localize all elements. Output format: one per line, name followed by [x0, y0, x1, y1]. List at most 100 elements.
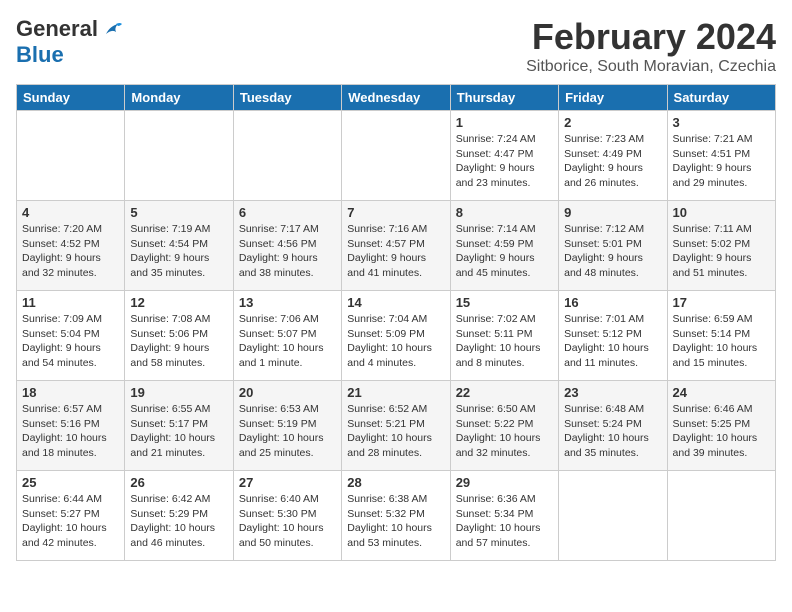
- day-info: Sunrise: 7:08 AM Sunset: 5:06 PM Dayligh…: [130, 312, 227, 371]
- day-number: 12: [130, 295, 227, 310]
- day-number: 29: [456, 475, 553, 490]
- calendar-day-cell: 29 Sunrise: 6:36 AM Sunset: 5:34 PM Dayli…: [450, 471, 558, 561]
- calendar-day-cell: 15 Sunrise: 7:02 AM Sunset: 5:11 PM Dayli…: [450, 291, 558, 381]
- day-number: 27: [239, 475, 336, 490]
- day-number: 1: [456, 115, 553, 130]
- calendar-day-cell: 1 Sunrise: 7:24 AM Sunset: 4:47 PM Daylig…: [450, 111, 558, 201]
- calendar-day-cell: 26Sunrise: 6:42 AM Sunset: 5:29 PM Dayli…: [125, 471, 233, 561]
- day-info: Sunrise: 6:52 AM Sunset: 5:21 PM Dayligh…: [347, 402, 444, 461]
- calendar-day-header: Thursday: [450, 85, 558, 111]
- calendar-table: SundayMondayTuesdayWednesdayThursdayFrid…: [16, 84, 776, 561]
- subtitle: Sitborice, South Moravian, Czechia: [526, 58, 776, 76]
- day-number: 25: [22, 475, 119, 490]
- main-title: February 2024: [526, 16, 776, 58]
- day-number: 21: [347, 385, 444, 400]
- day-number: 6: [239, 205, 336, 220]
- day-number: 8: [456, 205, 553, 220]
- logo-bird-icon: [102, 18, 124, 40]
- day-info: Sunrise: 7:06 AM Sunset: 5:07 PM Dayligh…: [239, 312, 336, 371]
- day-info: Sunrise: 7:23 AM Sunset: 4:49 PM Dayligh…: [564, 132, 661, 191]
- calendar-header-row: SundayMondayTuesdayWednesdayThursdayFrid…: [17, 85, 776, 111]
- calendar-day-cell: 12 Sunrise: 7:08 AM Sunset: 5:06 PM Dayli…: [125, 291, 233, 381]
- day-number: 18: [22, 385, 119, 400]
- calendar-day-cell: [17, 111, 125, 201]
- calendar-day-header: Friday: [559, 85, 667, 111]
- calendar-day-cell: 14 Sunrise: 7:04 AM Sunset: 5:09 PM Dayli…: [342, 291, 450, 381]
- page-header: General Blue February 2024 Sitborice, So…: [16, 16, 776, 76]
- calendar-week-row: 25 Sunrise: 6:44 AM Sunset: 5:27 PM Dayli…: [17, 471, 776, 561]
- day-info: Sunrise: 6:46 AM Sunset: 5:25 PM Dayligh…: [673, 402, 770, 461]
- day-info: Sunrise: 6:59 AM Sunset: 5:14 PM Dayligh…: [673, 312, 770, 371]
- calendar-day-cell: 19Sunrise: 6:55 AM Sunset: 5:17 PM Dayli…: [125, 381, 233, 471]
- calendar-day-header: Monday: [125, 85, 233, 111]
- day-number: 2: [564, 115, 661, 130]
- calendar-day-header: Sunday: [17, 85, 125, 111]
- calendar-day-cell: 8 Sunrise: 7:14 AM Sunset: 4:59 PM Daylig…: [450, 201, 558, 291]
- day-number: 13: [239, 295, 336, 310]
- calendar-day-cell: 10 Sunrise: 7:11 AM Sunset: 5:02 PM Dayli…: [667, 201, 775, 291]
- calendar-day-cell: 28 Sunrise: 6:38 AM Sunset: 5:32 PM Dayli…: [342, 471, 450, 561]
- calendar-day-cell: 2 Sunrise: 7:23 AM Sunset: 4:49 PM Daylig…: [559, 111, 667, 201]
- day-number: 28: [347, 475, 444, 490]
- day-info: Sunrise: 7:11 AM Sunset: 5:02 PM Dayligh…: [673, 222, 770, 281]
- calendar-day-cell: 9Sunrise: 7:12 AM Sunset: 5:01 PM Daylig…: [559, 201, 667, 291]
- day-info: Sunrise: 7:02 AM Sunset: 5:11 PM Dayligh…: [456, 312, 553, 371]
- day-info: Sunrise: 6:57 AM Sunset: 5:16 PM Dayligh…: [22, 402, 119, 461]
- calendar-day-cell: 6 Sunrise: 7:17 AM Sunset: 4:56 PM Daylig…: [233, 201, 341, 291]
- day-number: 26: [130, 475, 227, 490]
- day-info: Sunrise: 6:53 AM Sunset: 5:19 PM Dayligh…: [239, 402, 336, 461]
- calendar-day-cell: [125, 111, 233, 201]
- day-info: Sunrise: 6:44 AM Sunset: 5:27 PM Dayligh…: [22, 492, 119, 551]
- calendar-day-header: Tuesday: [233, 85, 341, 111]
- calendar-week-row: 18 Sunrise: 6:57 AM Sunset: 5:16 PM Dayli…: [17, 381, 776, 471]
- calendar-day-header: Saturday: [667, 85, 775, 111]
- calendar-day-cell: [559, 471, 667, 561]
- day-info: Sunrise: 6:50 AM Sunset: 5:22 PM Dayligh…: [456, 402, 553, 461]
- day-number: 15: [456, 295, 553, 310]
- day-number: 11: [22, 295, 119, 310]
- day-number: 20: [239, 385, 336, 400]
- calendar-day-cell: [667, 471, 775, 561]
- logo-general: General: [16, 16, 98, 42]
- day-info: Sunrise: 7:21 AM Sunset: 4:51 PM Dayligh…: [673, 132, 770, 191]
- day-number: 10: [673, 205, 770, 220]
- day-info: Sunrise: 6:38 AM Sunset: 5:32 PM Dayligh…: [347, 492, 444, 551]
- calendar-day-cell: 16Sunrise: 7:01 AM Sunset: 5:12 PM Dayli…: [559, 291, 667, 381]
- calendar-day-cell: 22 Sunrise: 6:50 AM Sunset: 5:22 PM Dayli…: [450, 381, 558, 471]
- logo: General Blue: [16, 16, 124, 68]
- calendar-day-cell: 3 Sunrise: 7:21 AM Sunset: 4:51 PM Daylig…: [667, 111, 775, 201]
- day-info: Sunrise: 7:20 AM Sunset: 4:52 PM Dayligh…: [22, 222, 119, 281]
- day-number: 4: [22, 205, 119, 220]
- day-number: 14: [347, 295, 444, 310]
- calendar-day-cell: 18 Sunrise: 6:57 AM Sunset: 5:16 PM Dayli…: [17, 381, 125, 471]
- day-info: Sunrise: 7:14 AM Sunset: 4:59 PM Dayligh…: [456, 222, 553, 281]
- logo-blue: Blue: [16, 42, 64, 68]
- calendar-week-row: 4 Sunrise: 7:20 AM Sunset: 4:52 PM Daylig…: [17, 201, 776, 291]
- calendar-day-cell: 20 Sunrise: 6:53 AM Sunset: 5:19 PM Dayli…: [233, 381, 341, 471]
- day-number: 5: [130, 205, 227, 220]
- calendar-day-cell: [233, 111, 341, 201]
- day-number: 16: [564, 295, 661, 310]
- day-info: Sunrise: 7:16 AM Sunset: 4:57 PM Dayligh…: [347, 222, 444, 281]
- calendar-body: 1 Sunrise: 7:24 AM Sunset: 4:47 PM Daylig…: [17, 111, 776, 561]
- day-info: Sunrise: 7:17 AM Sunset: 4:56 PM Dayligh…: [239, 222, 336, 281]
- day-number: 22: [456, 385, 553, 400]
- calendar-day-cell: 27 Sunrise: 6:40 AM Sunset: 5:30 PM Dayli…: [233, 471, 341, 561]
- title-block: February 2024 Sitborice, South Moravian,…: [526, 16, 776, 76]
- day-info: Sunrise: 7:24 AM Sunset: 4:47 PM Dayligh…: [456, 132, 553, 191]
- calendar-day-cell: 11 Sunrise: 7:09 AM Sunset: 5:04 PM Dayli…: [17, 291, 125, 381]
- calendar-week-row: 11 Sunrise: 7:09 AM Sunset: 5:04 PM Dayli…: [17, 291, 776, 381]
- calendar-week-row: 1 Sunrise: 7:24 AM Sunset: 4:47 PM Daylig…: [17, 111, 776, 201]
- day-info: Sunrise: 7:09 AM Sunset: 5:04 PM Dayligh…: [22, 312, 119, 371]
- day-number: 23: [564, 385, 661, 400]
- day-info: Sunrise: 6:36 AM Sunset: 5:34 PM Dayligh…: [456, 492, 553, 551]
- day-info: Sunrise: 7:04 AM Sunset: 5:09 PM Dayligh…: [347, 312, 444, 371]
- calendar-day-cell: 4 Sunrise: 7:20 AM Sunset: 4:52 PM Daylig…: [17, 201, 125, 291]
- day-number: 7: [347, 205, 444, 220]
- day-info: Sunrise: 6:48 AM Sunset: 5:24 PM Dayligh…: [564, 402, 661, 461]
- day-number: 3: [673, 115, 770, 130]
- day-number: 9: [564, 205, 661, 220]
- calendar-day-cell: 23 Sunrise: 6:48 AM Sunset: 5:24 PM Dayli…: [559, 381, 667, 471]
- day-number: 24: [673, 385, 770, 400]
- day-info: Sunrise: 6:40 AM Sunset: 5:30 PM Dayligh…: [239, 492, 336, 551]
